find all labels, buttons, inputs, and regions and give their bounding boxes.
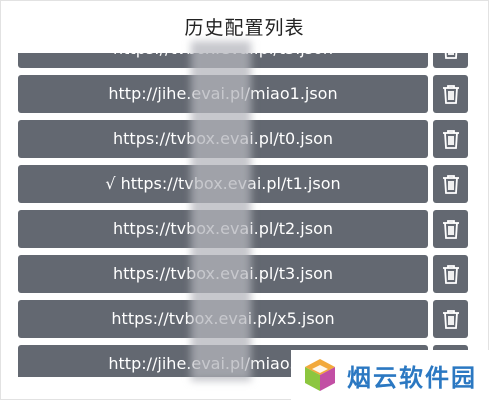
delete-button[interactable] <box>433 165 468 203</box>
config-history-dialog: 历史配置列表 https://tvbox.evai.pl/t5.jsonhttp… <box>0 0 489 400</box>
trash-icon <box>442 219 460 239</box>
cube-logo-icon <box>305 359 335 391</box>
config-url-button[interactable]: https://tvbox.evai.pl/x5.json <box>18 300 428 338</box>
config-row: https://tvbox.evai.pl/t3.json <box>1 255 488 293</box>
config-row: √ https://tvbox.evai.pl/t1.json <box>1 165 488 203</box>
delete-button[interactable] <box>433 300 468 338</box>
dialog-title: 历史配置列表 <box>184 17 305 39</box>
config-url-button[interactable]: √ https://tvbox.evai.pl/t1.json <box>18 165 428 203</box>
trash-icon <box>442 174 460 194</box>
config-row: http://jihe.evai.pl/miao1.json <box>1 75 488 113</box>
config-row: https://tvbox.evai.pl/t5.json <box>1 53 488 68</box>
trash-icon <box>442 264 460 284</box>
config-row: https://tvbox.evai.pl/t2.json <box>1 210 488 248</box>
delete-button[interactable] <box>433 255 468 293</box>
delete-button[interactable] <box>433 210 468 248</box>
trash-icon <box>442 129 460 149</box>
site-watermark: 烟云软件园 <box>291 350 489 400</box>
config-url-button[interactable]: https://tvbox.evai.pl/t3.json <box>18 255 428 293</box>
config-row: https://tvbox.evai.pl/t0.json <box>1 120 488 158</box>
delete-button[interactable] <box>433 75 468 113</box>
config-list[interactable]: https://tvbox.evai.pl/t5.json http://jihe… <box>1 53 488 377</box>
config-url-button[interactable]: https://tvbox.evai.pl/t5.json <box>18 53 428 68</box>
config-row: https://tvbox.evai.pl/x5.json <box>1 300 488 338</box>
config-url-button[interactable]: http://jihe.evai.pl/miao1.json <box>18 75 428 113</box>
delete-button[interactable] <box>433 53 468 68</box>
config-url-button[interactable]: https://tvbox.evai.pl/t0.json <box>18 120 428 158</box>
watermark-text: 烟云软件园 <box>347 363 477 392</box>
trash-icon <box>442 84 460 104</box>
config-url-button[interactable]: https://tvbox.evai.pl/t2.json <box>18 210 428 248</box>
trash-icon <box>442 53 460 59</box>
delete-button[interactable] <box>433 120 468 158</box>
trash-icon <box>442 309 460 329</box>
